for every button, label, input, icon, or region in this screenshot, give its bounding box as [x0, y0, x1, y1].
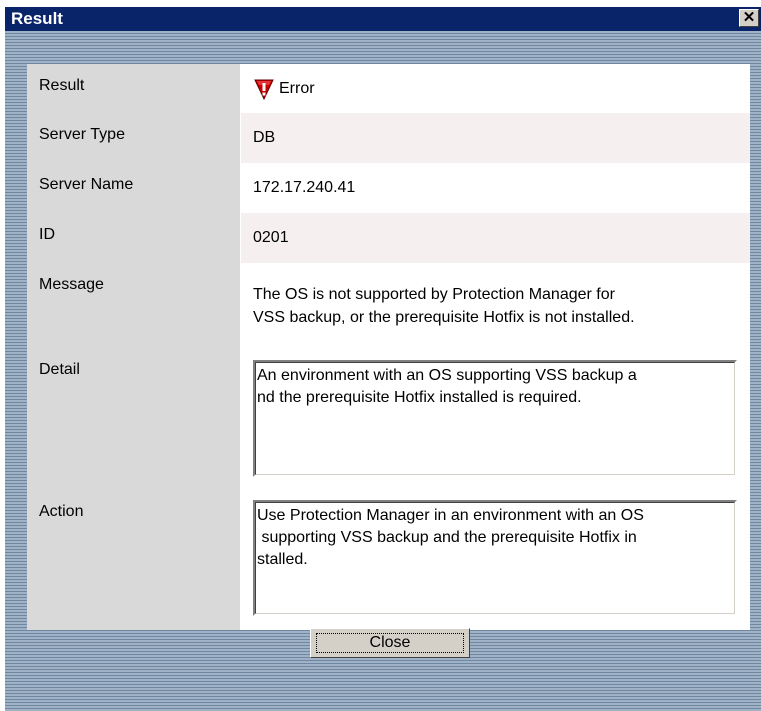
action-line-1: Use Protection Manager in an environment…	[257, 507, 644, 524]
table-row-server-name: Server Name 172.17.240.41	[27, 163, 750, 214]
action-line-2: supporting VSS backup and the prerequisi…	[257, 529, 637, 546]
action-value-cell: Use Protection Manager in an environment…	[241, 490, 750, 630]
close-button[interactable]: Close	[310, 628, 470, 658]
server-type-label: Server Type	[27, 113, 241, 163]
message-label: Message	[27, 263, 241, 348]
result-label: Result	[27, 64, 241, 113]
message-line-2: VSS backup, or the prerequisite Hotfix i…	[253, 309, 635, 326]
server-name-value: 172.17.240.41	[241, 163, 750, 213]
table-row-detail: Detail An environment with an OS support…	[27, 348, 750, 491]
detail-label: Detail	[27, 348, 241, 490]
server-type-value: DB	[241, 113, 750, 163]
error-icon	[254, 79, 274, 100]
table-row-id: ID 0201	[27, 213, 750, 264]
message-value: The OS is not supported by Protection Ma…	[241, 263, 750, 348]
table-row-result: Result Error	[27, 64, 750, 114]
action-label: Action	[27, 490, 241, 630]
id-label: ID	[27, 213, 241, 263]
result-dialog: Result ✕ Result Error Server Type DB Ser…	[0, 0, 761, 711]
server-name-label: Server Name	[27, 163, 241, 213]
message-line-1: The OS is not supported by Protection Ma…	[253, 286, 615, 303]
table-row-server-type: Server Type DB	[27, 113, 750, 164]
dialog-title: Result	[11, 9, 63, 28]
detail-textbox[interactable]: An environment with an OS supporting VSS…	[253, 360, 737, 477]
result-value: Error	[279, 79, 315, 97]
detail-line-2: nd the prerequisite Hotfix installed is …	[257, 389, 582, 406]
result-details-table: Result Error Server Type DB Server Name …	[27, 64, 750, 630]
table-row-message: Message The OS is not supported by Prote…	[27, 263, 750, 349]
dialog-client-area: Result Error Server Type DB Server Name …	[5, 31, 761, 711]
detail-line-1: An environment with an OS supporting VSS…	[257, 367, 637, 384]
close-button-label: Close	[316, 633, 464, 653]
close-icon[interactable]: ✕	[739, 9, 759, 27]
detail-value-cell: An environment with an OS supporting VSS…	[241, 348, 750, 490]
table-row-action: Action Use Protection Manager in an envi…	[27, 490, 750, 630]
title-bar[interactable]: Result ✕	[5, 7, 761, 31]
id-value: 0201	[241, 213, 750, 263]
action-line-3: stalled.	[257, 551, 308, 568]
action-textbox[interactable]: Use Protection Manager in an environment…	[253, 500, 737, 616]
result-value-cell: Error	[241, 64, 750, 113]
